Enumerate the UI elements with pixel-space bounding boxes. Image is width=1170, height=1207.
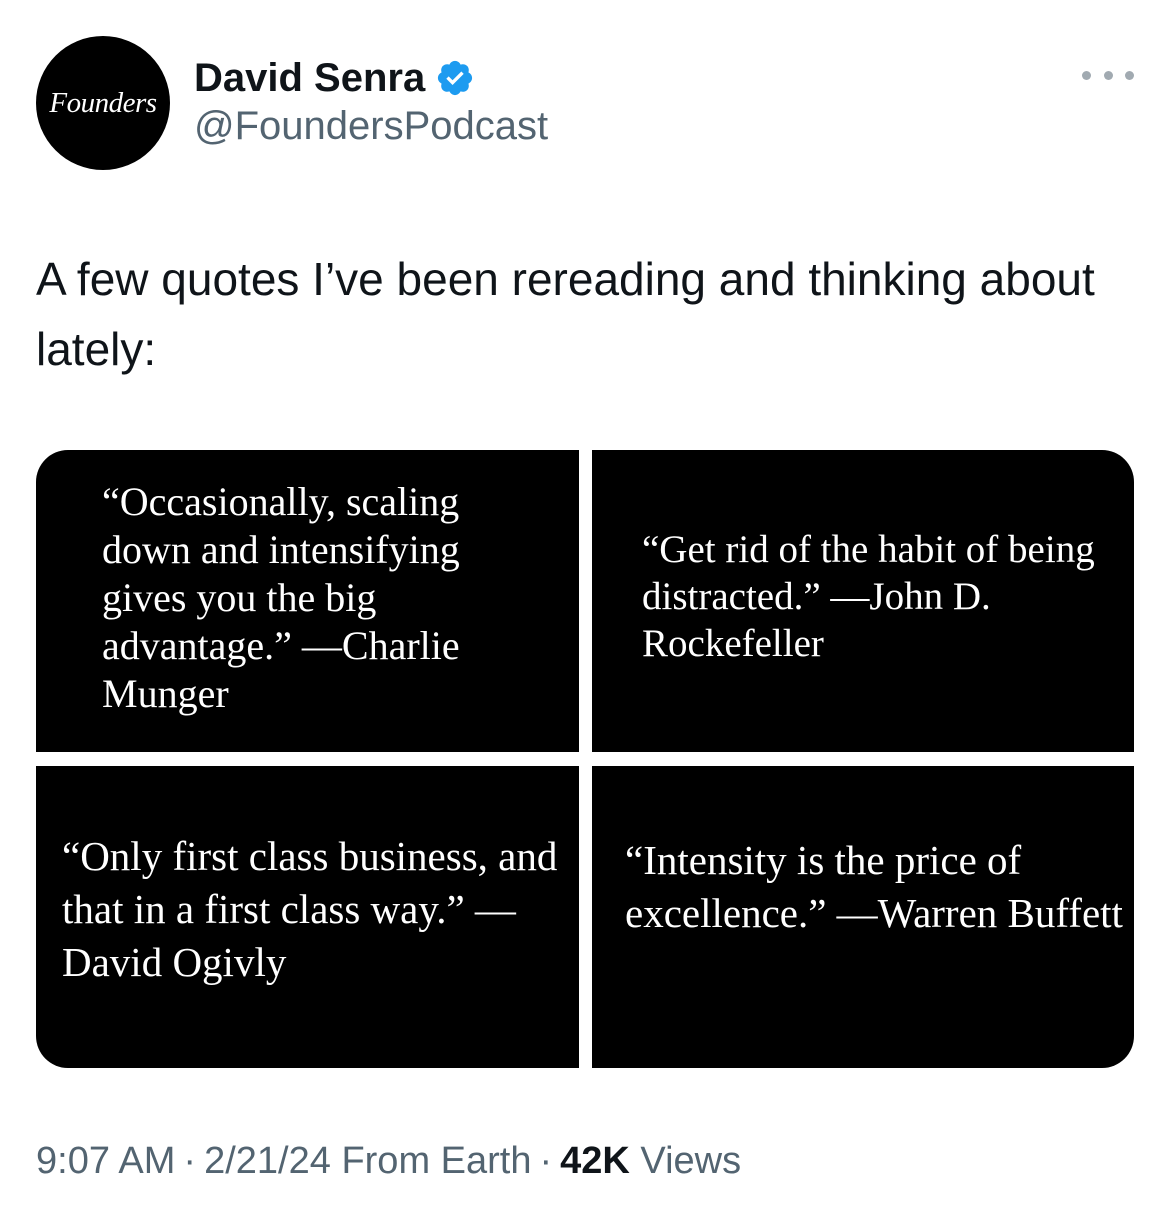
more-dot <box>1125 70 1134 80</box>
tweet-time[interactable]: 9:07 AM <box>36 1140 175 1182</box>
tweet-text: A few quotes I’ve been rereading and thi… <box>36 253 1095 375</box>
avatar[interactable]: Founders <box>36 36 170 170</box>
quote-image-ogilvy[interactable]: “Only first class business, and that in … <box>36 766 579 1068</box>
display-name[interactable]: David Senra <box>194 56 425 101</box>
author-handle[interactable]: @FoundersPodcast <box>194 104 548 149</box>
quote-image-buffett[interactable]: “Intensity is the price of excellence.” … <box>592 766 1134 1068</box>
quote-image-munger[interactable]: “Occasionally, scaling down and intensif… <box>36 450 579 752</box>
tweet-date[interactable]: 2/21/24 <box>204 1140 331 1182</box>
more-dot <box>1082 70 1091 80</box>
meta-separator: · <box>183 1140 197 1182</box>
quote-text: “Occasionally, scaling down and intensif… <box>102 479 460 716</box>
quote-text: “Intensity is the price of excellence.” … <box>625 837 1123 936</box>
media-grid[interactable]: “Occasionally, scaling down and intensif… <box>36 450 1134 1068</box>
author-name-row: David Senra <box>194 50 475 106</box>
views-count[interactable]: 42K <box>560 1140 630 1182</box>
views-label: Views <box>640 1140 742 1182</box>
meta-separator: · <box>539 1140 553 1182</box>
tweet-meta: 9:07 AM · 2/21/24 From Earth · 42K Views <box>36 1140 741 1183</box>
avatar-logo-text: Founders <box>49 86 157 119</box>
quote-text: “Only first class business, and that in … <box>62 833 558 985</box>
more-dot <box>1103 70 1113 80</box>
more-options-icon[interactable] <box>1082 60 1134 90</box>
quote-image-rockefeller[interactable]: “Get rid of the habit of being distracte… <box>592 450 1134 752</box>
quote-text: “Get rid of the habit of being distracte… <box>642 528 1095 665</box>
verified-badge-icon <box>435 58 475 98</box>
tweet-source: From Earth <box>341 1140 532 1182</box>
